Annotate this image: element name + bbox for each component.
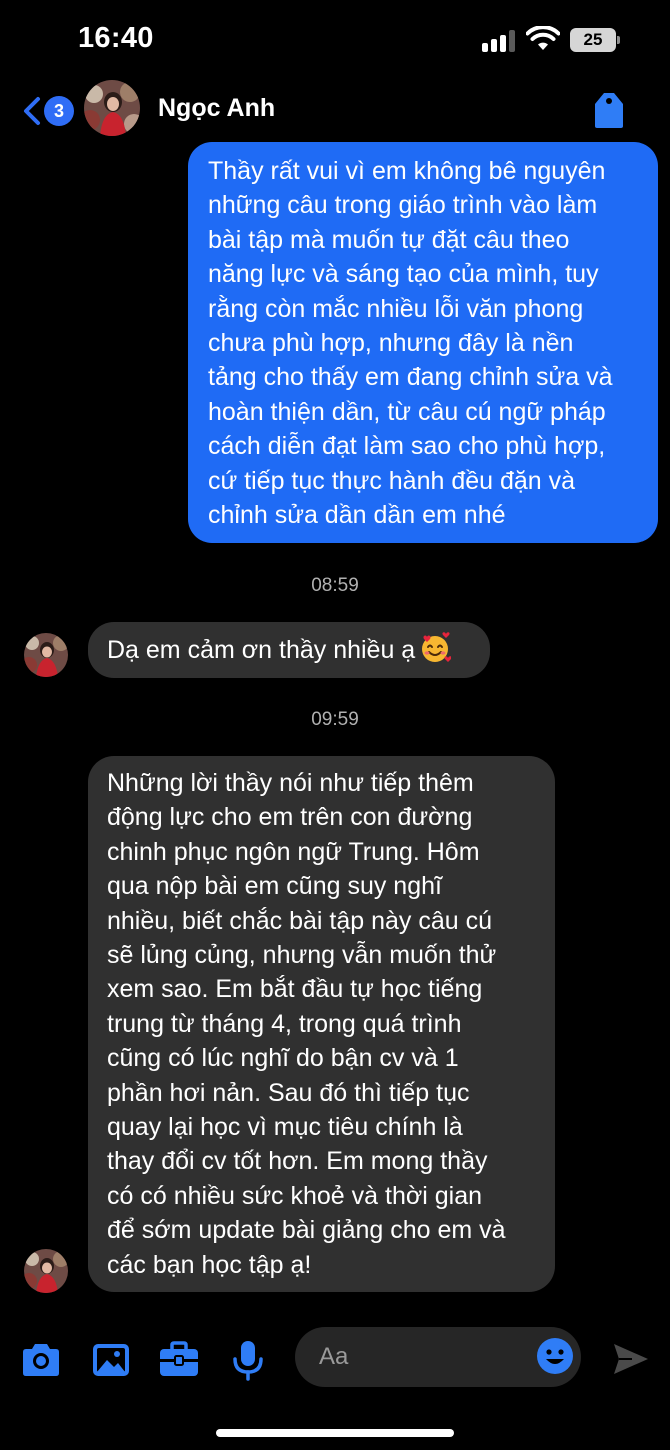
message-line: năng lực và sáng tạo của mình, tuy <box>208 260 599 289</box>
battery-cap <box>617 36 620 44</box>
smiling-face-with-hearts-icon <box>422 632 452 662</box>
incoming-message-bubble[interactable]: Những lời thầy nói như tiếp thêm động lự… <box>88 756 555 1292</box>
unread-count-badge: 3 <box>44 96 74 126</box>
message-input[interactable] <box>319 1327 519 1387</box>
chat-header: 3 Ngọc Anh <box>0 80 670 140</box>
tag-icon[interactable] <box>592 90 626 130</box>
status-bar: 16:40 25 <box>0 0 670 80</box>
outgoing-message-bubble[interactable]: Thầy rất vui vì em không bê nguyên những… <box>188 142 658 543</box>
message-line: hoàn thiện dần, từ câu cú ngữ pháp <box>208 397 606 426</box>
message-line: qua nộp bài em cũng suy nghĩ <box>107 872 442 901</box>
message-timestamp: 09:59 <box>311 709 359 730</box>
message-line: chưa phù hợp, nhưng đây là nền <box>208 329 574 358</box>
message-line: sẽ lủng củng, nhưng vẫn muốn thử <box>107 941 497 970</box>
message-line: rằng còn mắc nhiều lỗi văn phong <box>208 294 584 323</box>
home-indicator[interactable] <box>216 1429 454 1437</box>
message-line: cũng có lúc nghĩ do bận cv và 1 <box>107 1044 459 1073</box>
message-line: cứ tiếp tục thực hành đều đặn và <box>208 466 576 495</box>
message-line: nhiều, biết chắc bài tập này câu cú <box>107 906 492 935</box>
message-line: phần hơi nản. Sau đó thì tiếp tục <box>107 1078 470 1107</box>
message-line: Thầy rất vui vì em không bê nguyên <box>208 157 606 185</box>
incoming-message-bubble[interactable]: Dạ em cảm ơn thầy nhiều ạ <box>88 622 490 678</box>
message-line: tảng cho thấy em đang chỉnh sửa và <box>208 363 613 392</box>
status-time: 16:40 <box>78 22 154 54</box>
contact-avatar[interactable] <box>84 80 140 136</box>
chevron-left-icon <box>24 97 40 125</box>
message-line: thay đổi cv tốt hơn. Em mong thầy <box>107 1147 488 1176</box>
sender-avatar[interactable] <box>24 1249 68 1293</box>
message-line: quay lại học vì mục tiêu chính là <box>107 1113 463 1142</box>
back-button[interactable]: 3 <box>16 90 74 132</box>
image-icon[interactable] <box>89 1338 133 1382</box>
battery-icon: 25 <box>570 28 620 52</box>
message-line: để sớm update bài giảng cho em và <box>107 1216 506 1245</box>
message-line: chinh phục ngôn ngữ Trung. Hôm <box>107 837 480 866</box>
message-line: xem sao. Em bắt đầu tự học tiếng <box>107 975 483 1004</box>
message-line: trung từ tháng 4, trong quá trình <box>107 1009 462 1038</box>
message-text: Dạ em cảm ơn thầy nhiều ạ <box>107 636 416 664</box>
camera-icon[interactable] <box>19 1338 63 1382</box>
contact-name[interactable]: Ngọc Anh <box>158 94 275 123</box>
message-line: bài tập mà muốn tự đặt câu theo <box>208 225 570 254</box>
emoji-icon[interactable] <box>536 1337 574 1375</box>
microphone-icon[interactable] <box>226 1338 270 1382</box>
sender-avatar[interactable] <box>24 633 68 677</box>
message-line: cách diễn đạt làm sao cho phù hợp, <box>208 432 606 461</box>
wifi-icon <box>526 26 560 50</box>
message-line: có có nhiều sức khoẻ và thời gian <box>107 1181 483 1210</box>
battery-level: 25 <box>570 28 616 52</box>
message-line: các bạn học tập ạ! <box>107 1250 312 1279</box>
message-timestamp: 08:59 <box>311 575 359 596</box>
message-line: động lực cho em trên con đường <box>107 803 473 832</box>
message-line: chỉnh sửa dần dần em nhé <box>208 501 506 530</box>
send-icon[interactable] <box>612 1341 650 1377</box>
signal-icon <box>482 30 518 52</box>
message-line: những câu trong giáo trình vào làm <box>208 191 598 220</box>
briefcase-icon[interactable] <box>157 1338 201 1382</box>
message-line: Những lời thầy nói như tiếp thêm <box>107 769 474 797</box>
